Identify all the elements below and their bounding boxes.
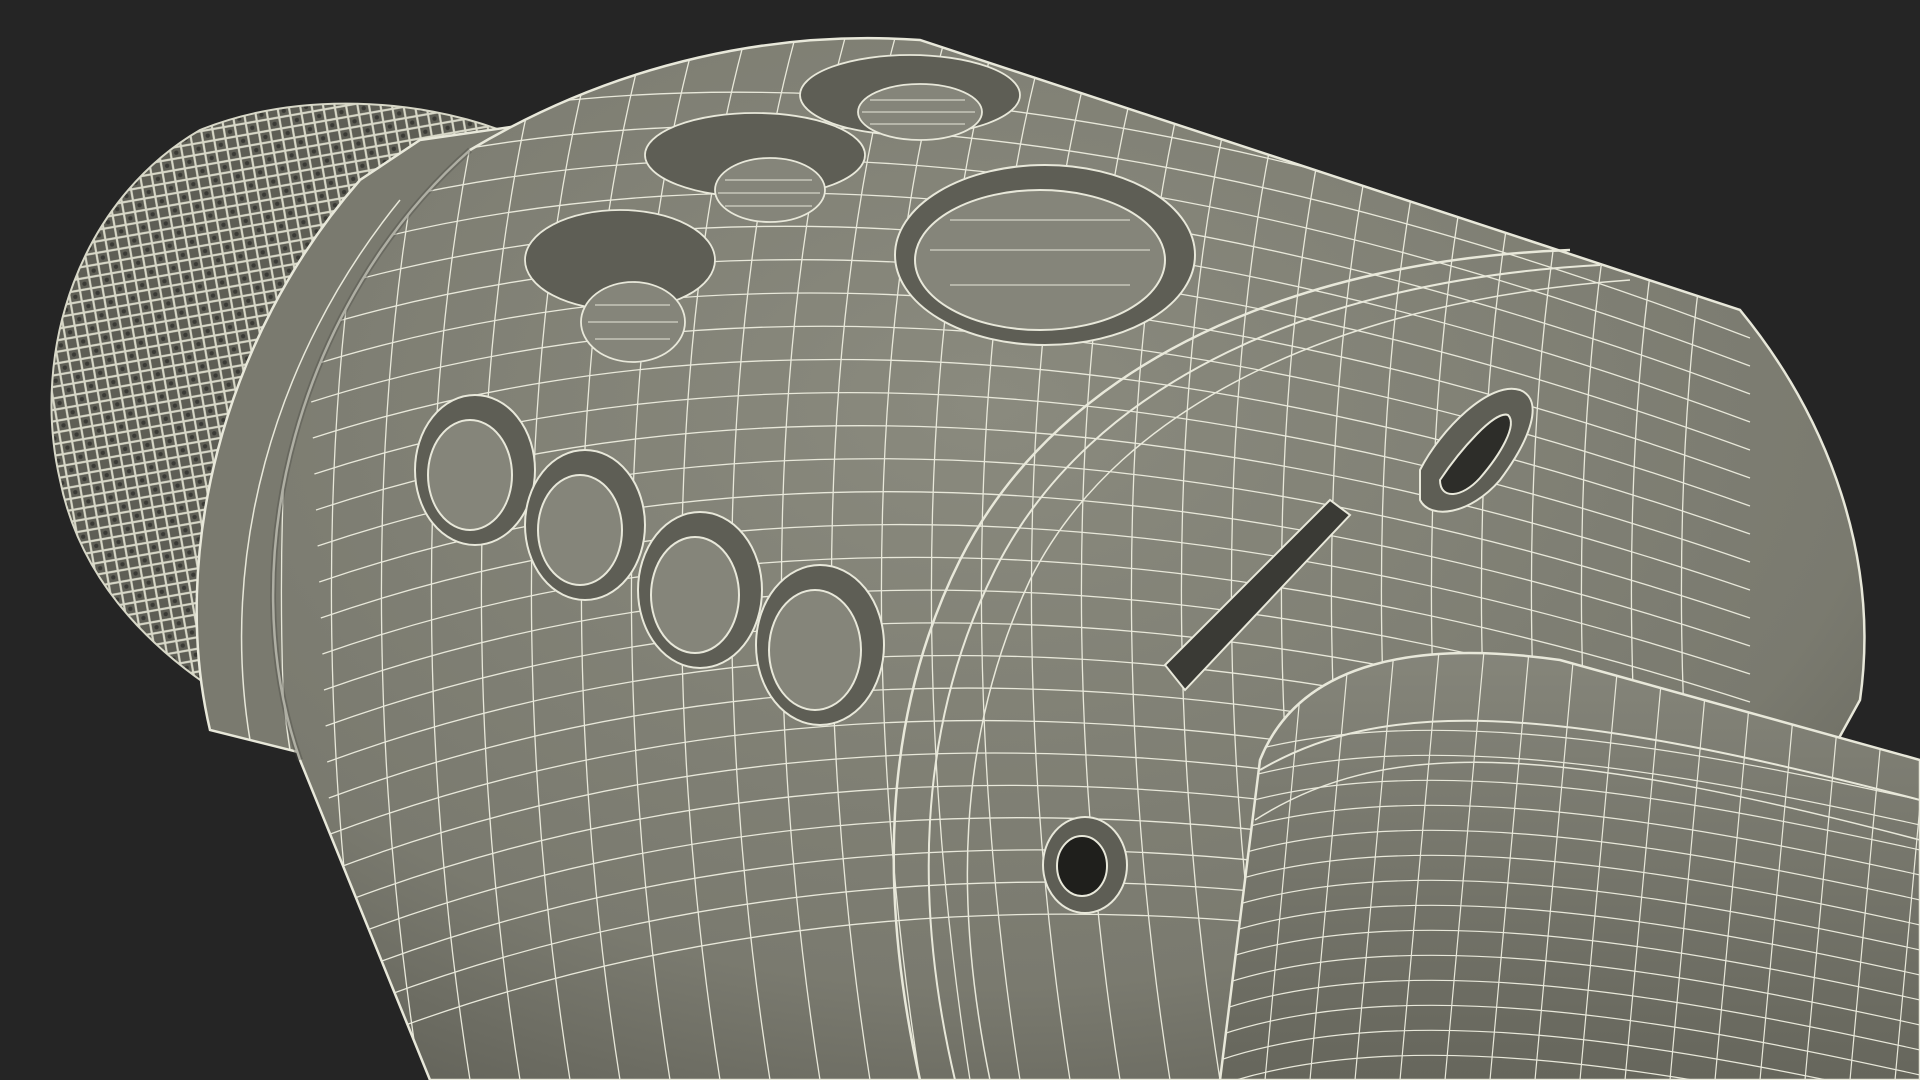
round-button-3 (637, 511, 763, 669)
microphone-wireframe-render (50, 36, 1920, 1080)
large-oval-button (894, 164, 1196, 346)
round-button-2 (524, 449, 646, 601)
audio-jack (1042, 816, 1128, 914)
round-button-4 (755, 564, 885, 726)
round-button-1 (414, 394, 536, 546)
